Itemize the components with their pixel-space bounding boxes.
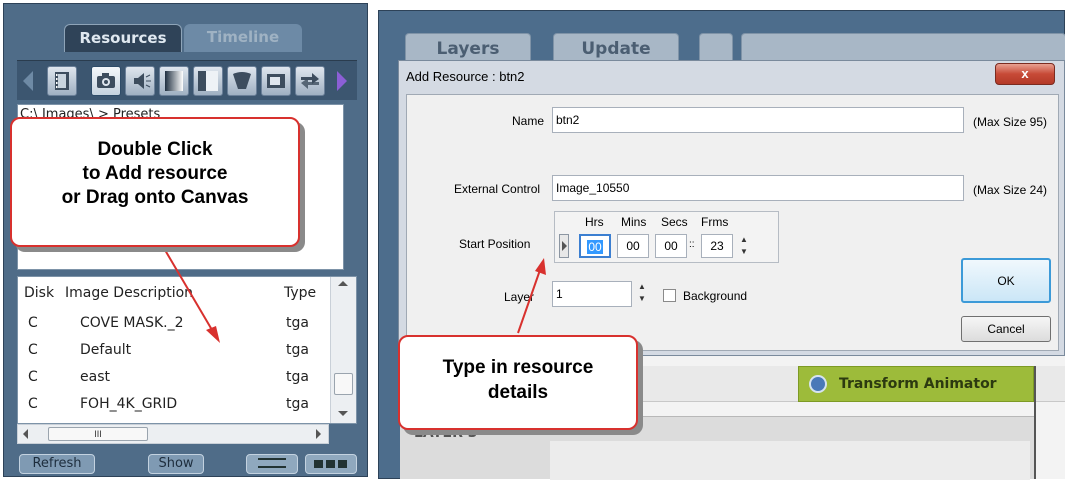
resource-type-toolbar [17,60,357,100]
table-horizontal-scrollbar[interactable]: III [17,424,329,444]
scroll-right-icon[interactable] [337,71,347,91]
mask-icon[interactable] [193,66,223,96]
cell-description: Default [80,342,132,358]
cell-type: tga [286,396,309,412]
cell-disk: C [28,315,38,331]
callout-line-2: details [487,382,549,403]
audio-icon[interactable] [125,66,155,96]
start-position-label: Start Position [459,237,531,251]
gradient-icon[interactable] [159,66,189,96]
time-separator: :: [689,239,695,250]
seconds-field[interactable]: 00 [655,234,687,258]
grid-view-button[interactable] [305,454,357,474]
table-row[interactable]: C east tga [18,367,330,389]
table-row[interactable]: C COVE MASK._2 tga [18,313,330,335]
close-button[interactable]: x [995,63,1055,85]
add-resource-callout: Double Click to Add resource or Drag ont… [10,117,300,247]
cell-type: tga [286,369,309,385]
cancel-button[interactable]: Cancel [961,316,1051,342]
cell-disk: C [28,342,38,358]
mins-header: Mins [621,215,647,229]
shape-icon[interactable] [227,66,257,96]
dialog-title: Add Resource : btn2 [406,69,525,84]
ok-button[interactable]: OK [961,258,1051,303]
grid-view-icon [314,460,348,468]
layer-spinner[interactable]: ▲ ▼ [635,281,649,307]
dialog-body: Name btn2 (Max Size 95) External Control… [406,94,1059,351]
table-row[interactable]: C FOH_4K_GRID tga [18,394,330,416]
refresh-button[interactable]: Refresh [19,454,95,474]
frames-field[interactable]: 23 [701,234,733,258]
background-checkbox[interactable] [663,289,676,302]
frames-spinner[interactable]: ▲ ▼ [737,234,751,260]
name-label: Name [512,114,545,128]
scroll-right-icon[interactable] [316,429,321,439]
layer-field[interactable]: 1 [552,281,632,307]
layer-label: Layer [504,290,535,304]
resource-table: Disk Image Description Type C COVE MASK.… [17,276,357,424]
callout-line-1: Type in resource [442,357,594,378]
film-icon[interactable] [47,66,77,96]
frms-header: Frms [701,215,729,229]
scroll-left-icon[interactable] [23,71,33,91]
scroll-up-icon[interactable] [338,281,348,286]
cell-description: east [80,369,110,385]
tab-resources[interactable]: Resources [64,24,182,52]
minutes-field[interactable]: 00 [617,234,649,258]
camera-icon[interactable] [91,66,121,96]
column-header-disk[interactable]: Disk [24,285,54,301]
scroll-down-icon[interactable] [338,411,348,416]
secs-header: Secs [661,215,688,229]
hrs-header: Hrs [585,215,604,229]
resource-details-callout: Type in resource details [398,335,638,430]
timeline-divider [1034,366,1065,479]
add-resource-dialog: Add Resource : btn2 x Name btn2 (Max Siz… [398,60,1065,356]
callout-line-1: Double Click [97,139,213,160]
swap-icon[interactable] [295,66,325,96]
hours-field[interactable]: 00 [579,234,611,258]
cell-disk: C [28,369,38,385]
layer-track [550,441,1030,480]
table-row[interactable]: C Default tga [18,340,330,362]
external-control-field[interactable]: Image_10550 [552,175,964,201]
list-view-button[interactable] [246,454,298,474]
animator-label: Transform Animator [839,376,997,392]
refresh-circle-icon [809,375,827,393]
callout-line-3: or Drag onto Canvas [61,187,249,208]
cell-disk: C [28,396,38,412]
cell-type: tga [286,342,309,358]
start-position-group: Hrs Mins Secs Frms 00 00 00 :: 23 ▲ ▼ [554,211,779,263]
scroll-thumb[interactable]: III [48,427,148,441]
tab-timeline[interactable]: Timeline [184,24,302,52]
column-header-description[interactable]: Image Description [65,285,193,301]
cell-description: COVE MASK._2 [80,315,184,331]
background-label: Background [683,289,748,303]
screen-icon[interactable] [261,66,291,96]
cell-type: tga [286,315,309,331]
hours-value: 00 [587,240,603,254]
name-field[interactable]: btn2 [552,107,964,133]
play-marker-icon[interactable] [559,234,569,258]
name-max-hint: (Max Size 95) [973,115,1048,129]
column-header-type[interactable]: Type [284,285,316,301]
external-control-max-hint: (Max Size 24) [973,183,1048,197]
callout-line-2: to Add resource [82,163,228,184]
cell-description: FOH_4K_GRID [80,396,178,412]
table-vertical-scrollbar[interactable] [330,277,356,423]
list-view-icon [258,458,286,468]
scroll-left-icon[interactable] [23,429,28,439]
scroll-thumb[interactable] [334,373,353,395]
show-button[interactable]: Show [148,454,204,474]
transform-animator-bar[interactable]: Transform Animator [798,366,1034,402]
external-control-label: External Control [454,182,541,196]
